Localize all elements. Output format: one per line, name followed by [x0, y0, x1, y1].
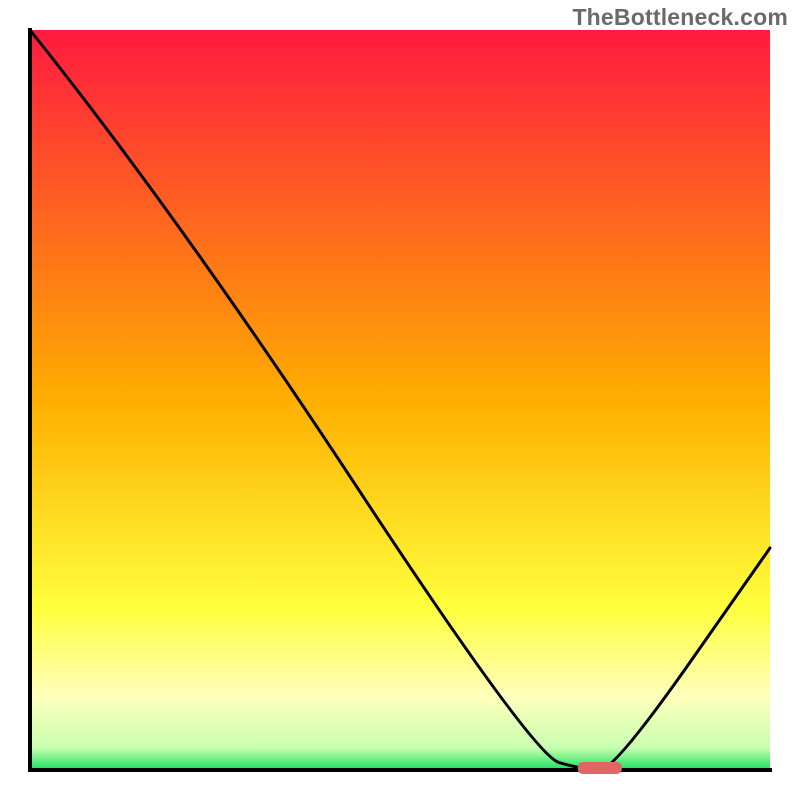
- chart-svg: [0, 0, 800, 800]
- chart-frame: TheBottleneck.com: [0, 0, 800, 800]
- plot-background: [30, 30, 770, 770]
- watermark-text: TheBottleneck.com: [572, 4, 788, 31]
- optimum-marker: [578, 762, 622, 774]
- plot-area: [30, 30, 770, 774]
